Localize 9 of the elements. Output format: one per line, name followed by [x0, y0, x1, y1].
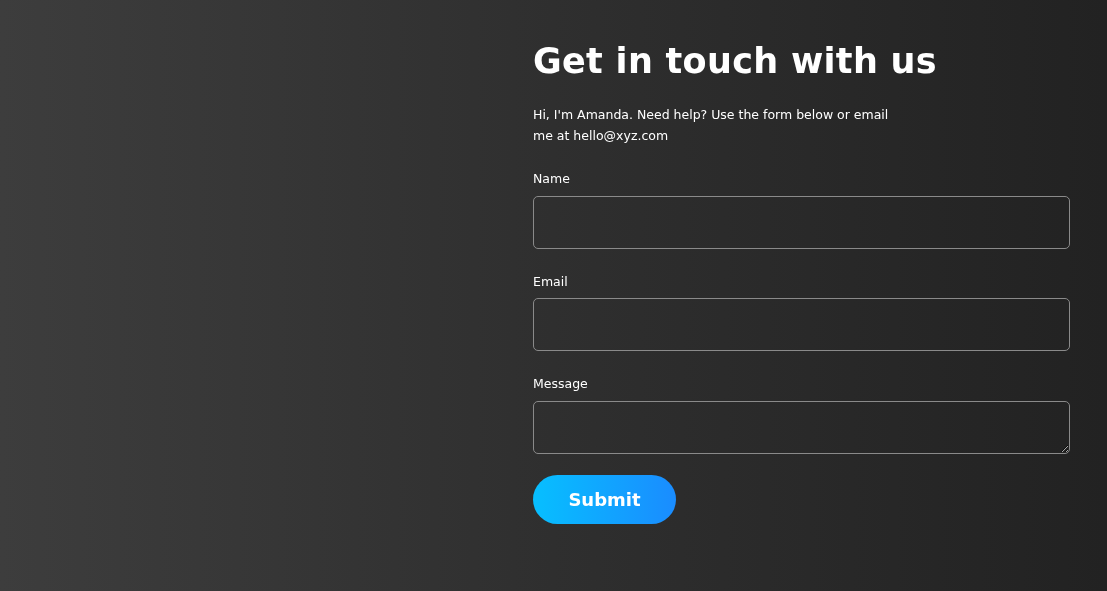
page-heading: Get in touch with us: [533, 40, 938, 83]
field-label: Message: [533, 375, 589, 394]
field-label: Email: [533, 272, 569, 291]
input-field[interactable]: [533, 298, 1070, 352]
input-field[interactable]: [533, 195, 1070, 249]
field-label: Name: [533, 169, 571, 188]
text-area[interactable]: [533, 401, 1070, 454]
submit-button[interactable]: Submit: [533, 475, 676, 524]
intro-text: Hi, I'm Amanda. Need help? Use the form below or email me at hello@xyz.com: [533, 105, 890, 145]
